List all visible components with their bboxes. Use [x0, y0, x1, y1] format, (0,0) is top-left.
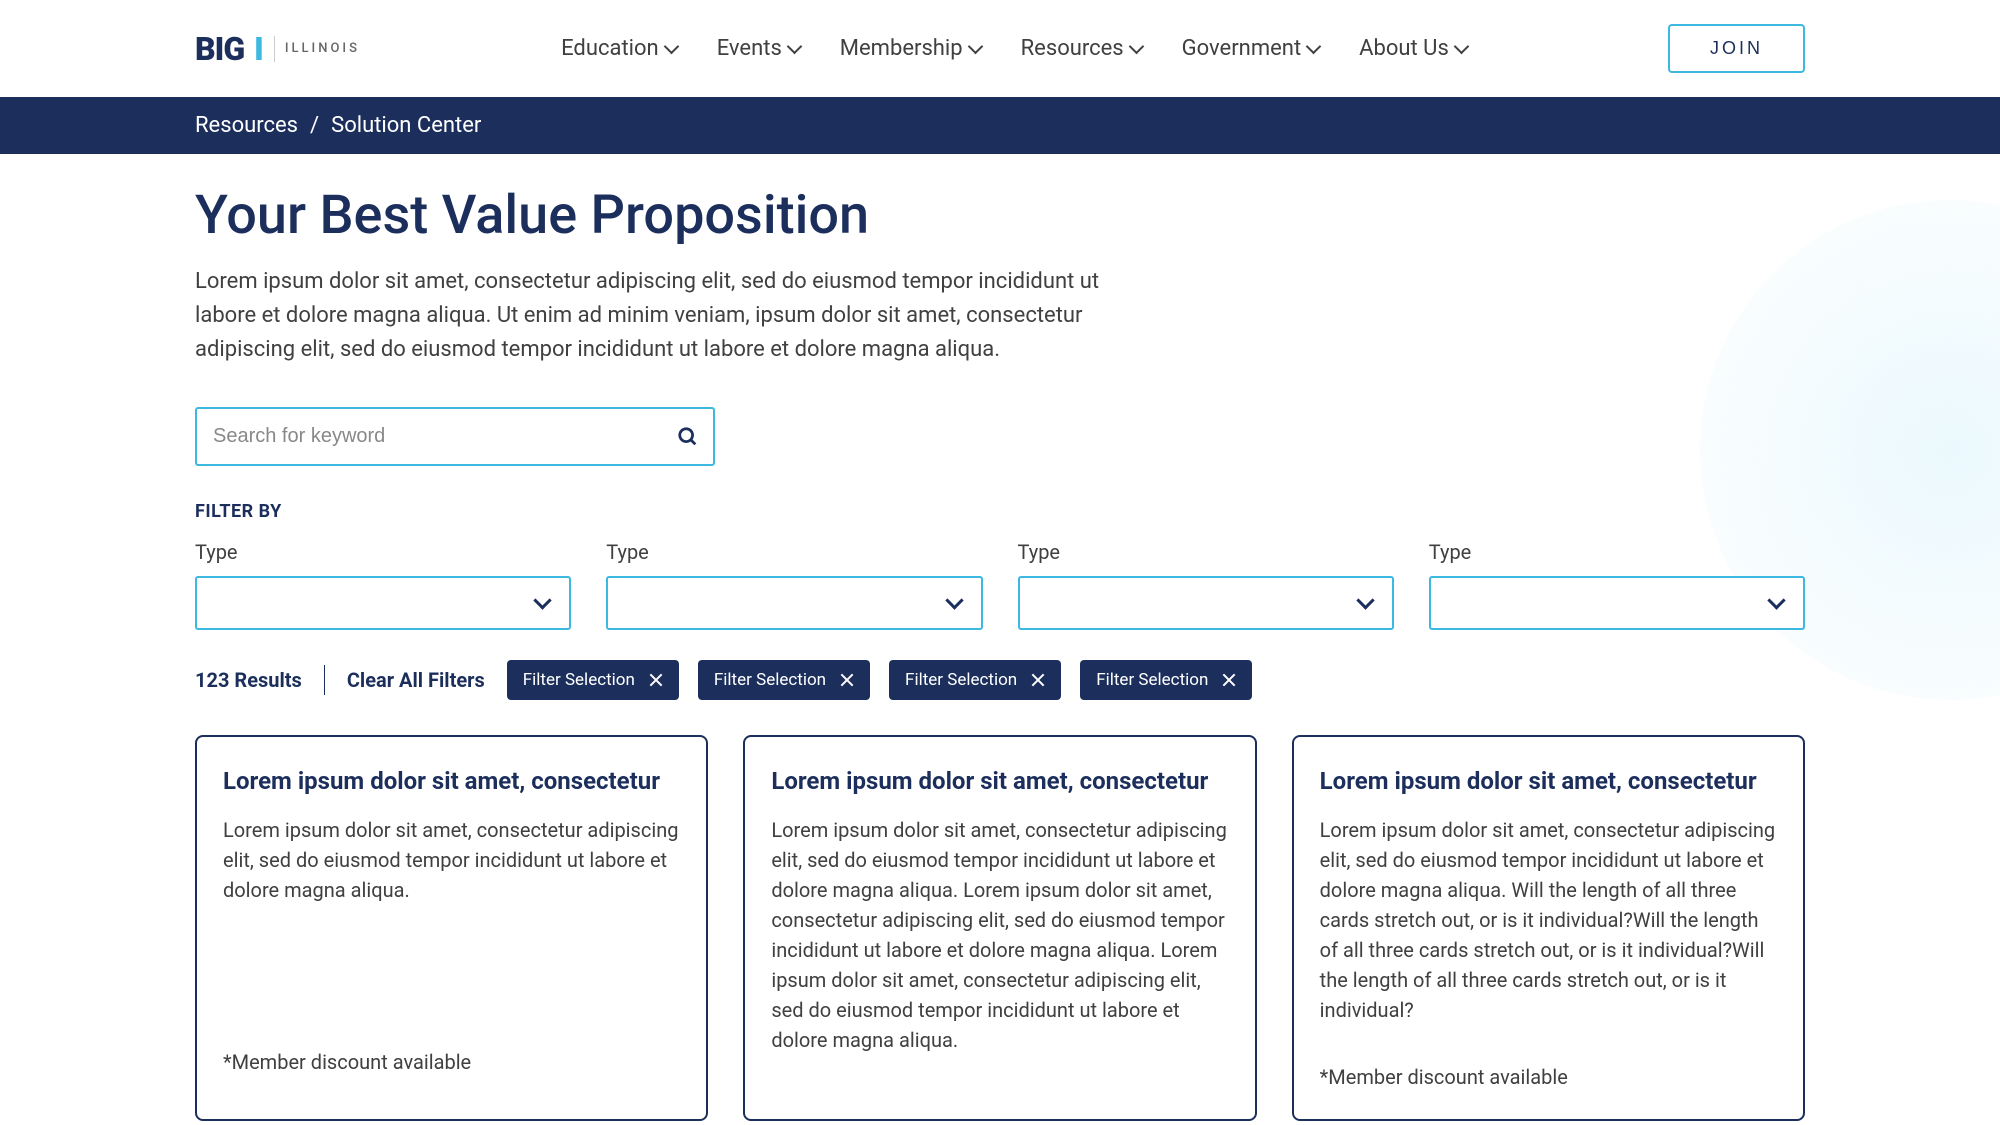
filter-select-3[interactable] — [1018, 576, 1394, 630]
card-body: Lorem ipsum dolor sit amet, consectetur … — [771, 815, 1228, 1055]
filter-row: Type Type Type Type — [195, 540, 1805, 630]
nav-resources[interactable]: Resources — [1021, 36, 1142, 61]
card-footer: *Member discount available — [223, 1050, 680, 1074]
logo-i-text: I — [254, 30, 264, 68]
breadcrumb-current: Solution Center — [331, 113, 481, 138]
chip-label: Filter Selection — [523, 670, 635, 690]
main-content: Your Best Value Proposition Lorem ipsum … — [0, 154, 2000, 1121]
breadcrumb: Resources / Solution Center — [195, 113, 1805, 138]
results-cards: Lorem ipsum dolor sit amet, consectetur … — [195, 735, 1805, 1121]
filter-col-4: Type — [1429, 540, 1805, 630]
chevron-down-icon — [945, 592, 963, 610]
nav-label: Resources — [1021, 36, 1124, 61]
chip-label: Filter Selection — [714, 670, 826, 690]
card-body: Lorem ipsum dolor sit amet, consectetur … — [223, 815, 680, 905]
filter-chip[interactable]: Filter Selection — [507, 660, 679, 700]
chip-label: Filter Selection — [905, 670, 1017, 690]
page-description: Lorem ipsum dolor sit amet, consectetur … — [195, 265, 1115, 367]
site-header: BIG I ILLINOIS Education Events Membersh… — [0, 0, 2000, 97]
search-input[interactable] — [195, 407, 715, 466]
close-icon[interactable] — [649, 673, 663, 687]
filter-col-3: Type — [1018, 540, 1394, 630]
filter-by-label: FILTER BY — [195, 501, 1805, 522]
nav-label: Events — [717, 36, 782, 61]
chevron-down-icon — [534, 592, 552, 610]
search-wrapper — [195, 407, 715, 466]
filter-col-1: Type — [195, 540, 571, 630]
filter-col-label: Type — [1429, 540, 1805, 564]
chevron-down-icon — [1356, 592, 1374, 610]
clear-all-filters[interactable]: Clear All Filters — [347, 668, 485, 692]
filter-chips: Filter Selection Filter Selection Filter… — [507, 660, 1253, 700]
filter-chip[interactable]: Filter Selection — [698, 660, 870, 700]
result-card[interactable]: Lorem ipsum dolor sit amet, consectetur … — [743, 735, 1256, 1121]
nav-events[interactable]: Events — [717, 36, 800, 61]
chevron-down-icon — [1454, 39, 1470, 55]
chevron-down-icon — [1128, 39, 1144, 55]
chevron-down-icon — [1767, 592, 1785, 610]
filter-select-4[interactable] — [1429, 576, 1805, 630]
filter-chip[interactable]: Filter Selection — [1080, 660, 1252, 700]
nav-education[interactable]: Education — [561, 36, 677, 61]
results-bar: 123 Results Clear All Filters Filter Sel… — [195, 660, 1805, 700]
results-divider — [324, 665, 325, 695]
filter-select-1[interactable] — [195, 576, 571, 630]
filter-chip[interactable]: Filter Selection — [889, 660, 1061, 700]
search-icon[interactable] — [677, 426, 699, 448]
main-nav: Education Events Membership Resources Go… — [561, 36, 1467, 61]
join-button[interactable]: JOIN — [1668, 24, 1805, 73]
close-icon[interactable] — [1222, 673, 1236, 687]
close-icon[interactable] — [840, 673, 854, 687]
chip-label: Filter Selection — [1096, 670, 1208, 690]
nav-label: About Us — [1359, 36, 1449, 61]
logo[interactable]: BIG I ILLINOIS — [195, 30, 360, 68]
result-card[interactable]: Lorem ipsum dolor sit amet, consectetur … — [1292, 735, 1805, 1121]
breadcrumb-separator: / — [310, 113, 319, 138]
breadcrumb-bar: Resources / Solution Center — [0, 97, 2000, 154]
logo-illinois-text: ILLINOIS — [285, 41, 360, 56]
filter-col-label: Type — [606, 540, 982, 564]
filter-col-2: Type — [606, 540, 982, 630]
nav-membership[interactable]: Membership — [840, 36, 981, 61]
card-footer: *Member discount available — [1320, 1065, 1777, 1089]
chevron-down-icon — [1306, 39, 1322, 55]
logo-divider — [274, 36, 275, 62]
nav-label: Education — [561, 36, 659, 61]
filter-col-label: Type — [1018, 540, 1394, 564]
card-title: Lorem ipsum dolor sit amet, consectetur — [771, 767, 1228, 795]
nav-label: Membership — [840, 36, 963, 61]
chevron-down-icon — [787, 39, 803, 55]
chevron-down-icon — [663, 39, 679, 55]
nav-government[interactable]: Government — [1182, 36, 1319, 61]
card-title: Lorem ipsum dolor sit amet, consectetur — [223, 767, 680, 795]
nav-label: Government — [1182, 36, 1301, 61]
results-count: 123 Results — [195, 668, 302, 692]
logo-big-text: BIG — [195, 30, 244, 68]
card-title: Lorem ipsum dolor sit amet, consectetur — [1320, 767, 1777, 795]
filter-select-2[interactable] — [606, 576, 982, 630]
nav-about-us[interactable]: About Us — [1359, 36, 1467, 61]
page-title: Your Best Value Proposition — [195, 184, 1805, 247]
result-card[interactable]: Lorem ipsum dolor sit amet, consectetur … — [195, 735, 708, 1121]
chevron-down-icon — [967, 39, 983, 55]
card-body: Lorem ipsum dolor sit amet, consectetur … — [1320, 815, 1777, 1025]
filter-col-label: Type — [195, 540, 571, 564]
close-icon[interactable] — [1031, 673, 1045, 687]
breadcrumb-parent[interactable]: Resources — [195, 113, 298, 138]
